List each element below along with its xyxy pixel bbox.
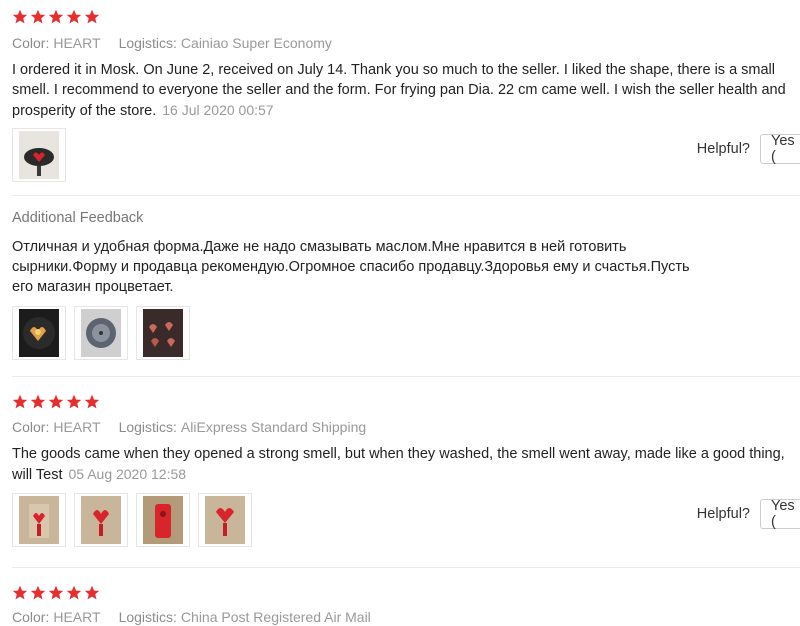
divider xyxy=(12,376,800,377)
photo-pan-eggs xyxy=(19,309,59,357)
star-icon xyxy=(12,394,28,409)
helpful-section: Helpful? Yes ( xyxy=(696,498,800,530)
review-photo[interactable] xyxy=(198,493,252,547)
divider xyxy=(12,567,800,568)
helpful-yes-button[interactable]: Yes ( xyxy=(760,133,800,165)
color-label: Color: xyxy=(12,419,50,435)
divider xyxy=(12,195,800,196)
star-icon xyxy=(84,9,100,24)
review-meta: Color: HEART Logistics: AliExpress Standard… xyxy=(12,419,366,435)
review-meta: Color: HEART Logistics: China Post Register… xyxy=(12,609,371,625)
helpful-section: Helpful? Yes ( xyxy=(696,133,800,165)
star-icon xyxy=(48,394,64,409)
star-icon xyxy=(48,585,64,600)
photo-pan-red xyxy=(19,131,59,179)
review-photo[interactable] xyxy=(136,306,190,360)
star-icon xyxy=(84,394,100,409)
review-photo[interactable] xyxy=(136,493,190,547)
photo-mold-1 xyxy=(19,496,59,544)
review-date: 16 Jul 2020 00:57 xyxy=(162,102,274,118)
review-date: 05 Aug 2020 12:58 xyxy=(68,466,187,482)
star-icon xyxy=(84,585,100,600)
star-icon xyxy=(66,585,82,600)
color-value: HEART xyxy=(53,609,101,625)
star-icon xyxy=(12,9,28,24)
review-photo[interactable] xyxy=(74,306,128,360)
review-body: I ordered it in Mosk. On June 2, receive… xyxy=(12,62,786,119)
rating-stars xyxy=(12,9,100,27)
helpful-yes-button[interactable]: Yes ( xyxy=(760,498,800,530)
logistics-value: China Post Registered Air Mail xyxy=(180,609,371,625)
photo-mold-4 xyxy=(205,496,245,544)
star-icon xyxy=(12,585,28,600)
color-value: HEART xyxy=(53,35,101,51)
color-value: HEART xyxy=(53,419,101,435)
photo-pan-lid xyxy=(81,309,121,357)
review-photo[interactable] xyxy=(12,128,66,182)
star-icon xyxy=(66,394,82,409)
logistics-value: Cainiao Super Economy xyxy=(180,35,332,51)
color-label: Color: xyxy=(12,35,50,51)
additional-feedback-title: Additional Feedback xyxy=(12,210,144,226)
review-text: The goods came when they opened a strong… xyxy=(12,444,792,485)
review-photos xyxy=(12,493,252,547)
photo-mold-3 xyxy=(143,496,183,544)
review-photos xyxy=(12,128,66,182)
helpful-label: Helpful? xyxy=(696,506,750,522)
additional-feedback-photos xyxy=(12,306,190,360)
logistics-label: Logistics: xyxy=(118,609,177,625)
photo-pan-cakes xyxy=(143,309,183,357)
logistics-value: AliExpress Standard Shipping xyxy=(180,419,367,435)
star-icon xyxy=(30,585,46,600)
rating-stars xyxy=(12,394,100,412)
photo-mold-2 xyxy=(81,496,121,544)
review-text: I ordered it in Mosk. On June 2, receive… xyxy=(12,60,792,121)
review-photo[interactable] xyxy=(12,306,66,360)
review-photo[interactable] xyxy=(12,493,66,547)
logistics-label: Logistics: xyxy=(118,419,177,435)
helpful-label: Helpful? xyxy=(696,141,750,157)
additional-feedback-text: Отличная и удобная форма.Даже не надо см… xyxy=(12,239,690,295)
star-icon xyxy=(48,9,64,24)
review-photo[interactable] xyxy=(74,493,128,547)
star-icon xyxy=(30,394,46,409)
rating-stars xyxy=(12,585,100,603)
star-icon xyxy=(30,9,46,24)
logistics-label: Logistics: xyxy=(118,35,177,51)
color-label: Color: xyxy=(12,609,50,625)
review-meta: Color: HEART Logistics: Cainiao Super Econo… xyxy=(12,35,332,51)
star-icon xyxy=(66,9,82,24)
